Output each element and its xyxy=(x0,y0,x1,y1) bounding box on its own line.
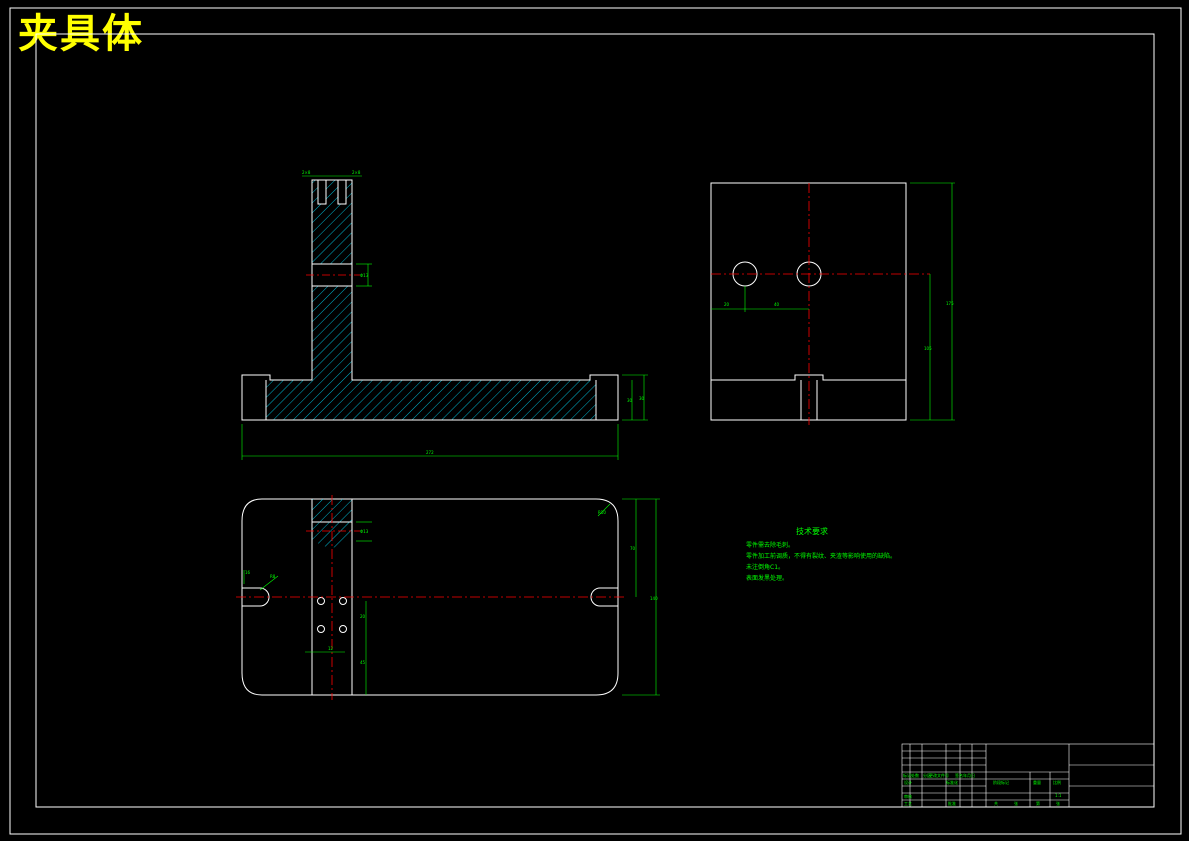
dim-plan-slot-width: 16 xyxy=(245,570,251,575)
tb-label-process: 工艺 xyxy=(904,801,912,806)
dim-plan-radius: R10 xyxy=(598,510,606,515)
tech-requirement-line: 零件加工前调质，不得有裂纹、夹渣等影响使用的缺陷。 xyxy=(746,553,897,560)
tech-requirements: 技术要求 零件需去除毛刺。 零件加工前调质，不得有裂纹、夹渣等影响使用的缺陷。 … xyxy=(746,526,896,584)
drawing-canvas: 272 30 30 Φ13 2×8 2×8 175 105 20 40 140 … xyxy=(9,7,1182,835)
dim-plan-hole-spacing-v: 20 xyxy=(360,614,366,619)
dim-top-slot-right: 2×8 xyxy=(352,170,361,175)
dim-top-slot-left: 2×8 xyxy=(302,170,311,175)
tb-label-change-doc: 更改文件号 xyxy=(929,772,949,778)
dim-plan-upper: 70 xyxy=(630,546,636,551)
tb-sheet-unit-2: 张 xyxy=(1056,800,1060,806)
tb-label-count: 处数 xyxy=(911,772,919,778)
tb-label-approve: 批准 xyxy=(948,800,956,806)
outer-frame xyxy=(9,7,1182,835)
tb-label-sign: 签名 xyxy=(955,772,963,778)
dim-side-hole-spacing-1: 20 xyxy=(724,302,730,307)
dim-plan-bore: Φ13 xyxy=(360,529,369,534)
dim-total-length: 272 xyxy=(426,450,434,455)
dim-side-height: 175 xyxy=(946,301,954,306)
dim-base-height-1: 30 xyxy=(627,398,633,403)
tb-sheet-number: 第 xyxy=(1036,800,1040,806)
dim-base-height-2: 30 xyxy=(639,396,645,401)
dim-side-hole-spacing-2: 40 xyxy=(774,302,780,307)
tb-sheet-total: 共 xyxy=(994,800,998,806)
tech-requirement-line: 未注倒角C1。 xyxy=(746,564,785,571)
tb-label-weight: 重量 xyxy=(1033,779,1041,785)
side-view xyxy=(710,182,955,425)
tb-sheet-unit-1: 张 xyxy=(1014,800,1018,806)
dim-upright-hole: Φ13 xyxy=(360,273,369,278)
tb-label-date: 年月日 xyxy=(963,772,975,778)
tb-label-review: 审核 xyxy=(904,793,912,799)
dim-plan-hole-spacing-h: 12 xyxy=(328,646,334,651)
tech-requirement-line: 零件需去除毛刺。 xyxy=(746,542,795,549)
dim-side-hole-height: 105 xyxy=(924,346,932,351)
dim-plan-width: 140 xyxy=(650,596,658,601)
tech-requirement-line: 表面发黑处理。 xyxy=(746,575,789,582)
front-section-view xyxy=(241,175,648,460)
plan-view xyxy=(236,495,660,700)
dim-plan-lower: 45 xyxy=(360,660,366,665)
tb-label-stage: 阶段标记 xyxy=(993,779,1009,785)
tb-scale: 1:1 xyxy=(1055,793,1062,798)
tb-label-design: 设计 xyxy=(904,779,912,785)
tb-label-mark: 标记 xyxy=(903,772,911,778)
tb-label-ratio: 比例 xyxy=(1053,779,1061,785)
tech-requirements-heading: 技术要求 xyxy=(796,527,828,536)
tb-label-standard: 标准化 xyxy=(946,779,958,785)
dim-plan-slot-radius: R8 xyxy=(270,574,276,579)
